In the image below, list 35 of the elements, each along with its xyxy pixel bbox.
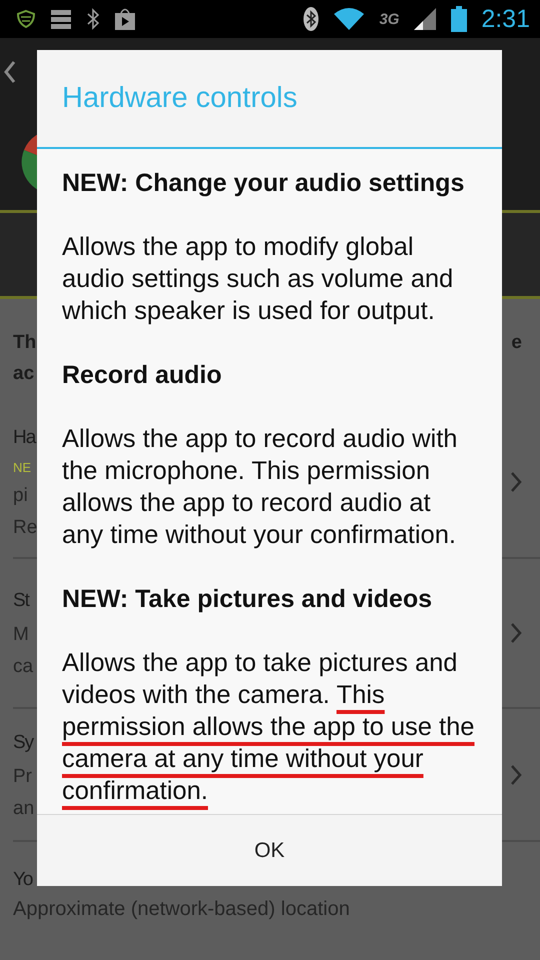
chevron-icon[interactable]: [510, 471, 522, 493]
clock: 2:31: [481, 4, 530, 34]
group-text: Re: [13, 516, 38, 540]
permission-description: Allows the app to take pictures and videos with the camera. This permission allows the app to use the camera at any time without your confirmation.: [62, 648, 476, 807]
storage-icon: [50, 8, 72, 30]
permission-description: Allows the app to modify global audio settings such as volume and which speaker is used for output.: [62, 232, 454, 327]
group-title: Yo: [13, 868, 34, 892]
group-text: M: [13, 623, 30, 647]
group-text: pi: [13, 484, 29, 508]
permission-heading: NEW: Take pictures and videos: [62, 584, 434, 615]
store-icon: [114, 7, 136, 31]
wifi-icon: [333, 7, 366, 31]
group-text: ca: [13, 655, 34, 679]
group-title: St: [13, 589, 30, 613]
network-type: 3G: [379, 10, 400, 28]
shield-icon: [16, 9, 36, 29]
signal-icon: [413, 7, 438, 31]
battery-icon: [451, 6, 468, 32]
permission-description: Allows the app to record audio with the microphone. This permission allows the app to record audio at any time without your confirmation.: [62, 424, 458, 551]
group-title: Sy: [13, 730, 34, 754]
back-icon[interactable]: [4, 60, 16, 84]
group-text: Approximate (network-based) location: [13, 898, 350, 920]
description-text: Th: [13, 331, 36, 355]
bluetooth-icon: [86, 8, 100, 30]
description-text: ac: [13, 362, 36, 386]
group-title: Ha: [13, 426, 37, 450]
chevron-icon[interactable]: [510, 622, 522, 644]
group-text: an: [13, 796, 34, 820]
bluetooth-icon: [303, 6, 320, 32]
permission-heading: Record audio: [62, 360, 223, 391]
new-label: NE: [13, 459, 32, 477]
group-text: Pr: [13, 764, 33, 788]
description-text: e: [511, 331, 522, 355]
permission-heading: NEW: Change your audio settings: [62, 168, 466, 199]
chevron-icon[interactable]: [510, 764, 522, 786]
